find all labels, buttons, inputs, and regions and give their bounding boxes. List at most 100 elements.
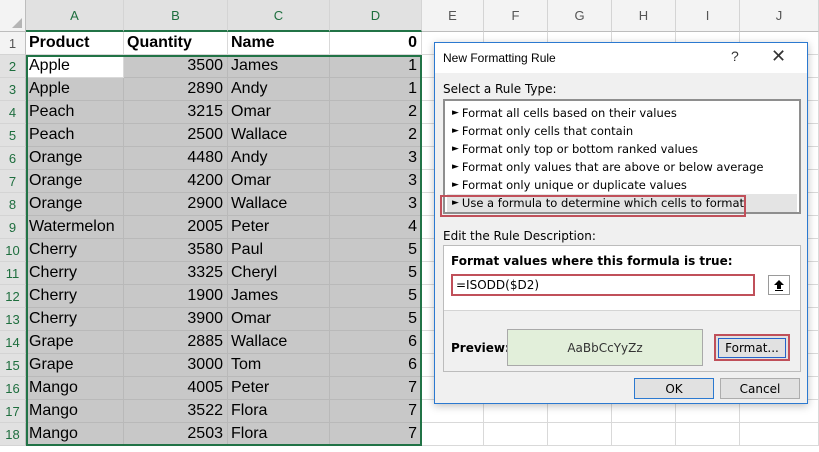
row-header-1[interactable]: 1 (0, 32, 26, 55)
cell-quantity[interactable]: 3325 (124, 262, 228, 285)
header-cell-name[interactable]: Name (228, 32, 330, 55)
cell-quantity[interactable]: 2500 (124, 124, 228, 147)
cell-quantity[interactable]: 4480 (124, 147, 228, 170)
column-header-g[interactable]: G (548, 0, 612, 32)
row-header-14[interactable]: 14 (0, 331, 26, 354)
empty-cell[interactable] (484, 423, 548, 446)
cell-product[interactable]: Cherry (26, 239, 124, 262)
cell-product[interactable]: Peach (26, 101, 124, 124)
active-cell[interactable]: Apple (26, 55, 124, 78)
row-header-7[interactable]: 7 (0, 170, 26, 193)
cell-odd-flag[interactable]: 5 (330, 262, 422, 285)
rule-type-item[interactable]: ► Use a formula to determine which cells … (447, 194, 797, 212)
cell-name[interactable]: James (228, 55, 330, 78)
cell-product[interactable]: Mango (26, 400, 124, 423)
format-button[interactable]: Format... (714, 334, 790, 361)
rule-type-item[interactable]: ► Format all cells based on their values (447, 104, 797, 122)
cell-quantity[interactable]: 2890 (124, 78, 228, 101)
cell-product[interactable]: Peach (26, 124, 124, 147)
cell-product[interactable]: Cherry (26, 262, 124, 285)
cell-odd-flag[interactable]: 6 (330, 354, 422, 377)
cell-name[interactable]: Wallace (228, 124, 330, 147)
cell-quantity[interactable]: 3522 (124, 400, 228, 423)
cell-quantity[interactable]: 2005 (124, 216, 228, 239)
cell-name[interactable]: Andy (228, 78, 330, 101)
row-header-4[interactable]: 4 (0, 101, 26, 124)
header-cell-product[interactable]: Product (26, 32, 124, 55)
collapse-dialog-button[interactable] (768, 275, 790, 295)
cell-name[interactable]: Peter (228, 216, 330, 239)
cell-odd-flag[interactable]: 3 (330, 170, 422, 193)
column-header-c[interactable]: C (228, 0, 330, 32)
cell-name[interactable]: Omar (228, 170, 330, 193)
cell-odd-flag[interactable]: 7 (330, 423, 422, 446)
row-header-13[interactable]: 13 (0, 308, 26, 331)
row-header-12[interactable]: 12 (0, 285, 26, 308)
cell-name[interactable]: Wallace (228, 193, 330, 216)
row-header-10[interactable]: 10 (0, 239, 26, 262)
cell-odd-flag[interactable]: 5 (330, 239, 422, 262)
cell-name[interactable]: Cheryl (228, 262, 330, 285)
cell-product[interactable]: Orange (26, 193, 124, 216)
row-header-15[interactable]: 15 (0, 354, 26, 377)
column-header-a[interactable]: A (26, 0, 124, 32)
cell-odd-flag[interactable]: 2 (330, 101, 422, 124)
cell-odd-flag[interactable]: 6 (330, 331, 422, 354)
column-header-i[interactable]: I (676, 0, 740, 32)
column-header-e[interactable]: E (422, 0, 484, 32)
cell-quantity[interactable]: 4005 (124, 377, 228, 400)
cell-quantity[interactable]: 3580 (124, 239, 228, 262)
cell-quantity[interactable]: 2885 (124, 331, 228, 354)
rule-type-item[interactable]: ► Format only values that are above or be… (447, 158, 797, 176)
cell-product[interactable]: Mango (26, 423, 124, 446)
row-header-16[interactable]: 16 (0, 377, 26, 400)
close-button[interactable]: ✕ (771, 46, 786, 67)
cell-product[interactable]: Orange (26, 170, 124, 193)
cell-odd-flag[interactable]: 4 (330, 216, 422, 239)
row-header-6[interactable]: 6 (0, 147, 26, 170)
cell-quantity[interactable]: 3500 (124, 55, 228, 78)
cell-odd-flag[interactable]: 5 (330, 285, 422, 308)
cell-odd-flag[interactable]: 7 (330, 400, 422, 423)
row-header-2[interactable]: 2 (0, 55, 26, 78)
cell-product[interactable]: Grape (26, 354, 124, 377)
cell-name[interactable]: Andy (228, 147, 330, 170)
empty-cell[interactable] (422, 423, 484, 446)
cell-odd-flag[interactable]: 1 (330, 78, 422, 101)
cell-product[interactable]: Apple (26, 78, 124, 101)
select-all-corner[interactable] (0, 0, 26, 32)
cell-quantity[interactable]: 2900 (124, 193, 228, 216)
cell-odd-flag[interactable]: 3 (330, 147, 422, 170)
empty-cell[interactable] (676, 423, 740, 446)
cell-odd-flag[interactable]: 1 (330, 55, 422, 78)
empty-cell[interactable] (740, 423, 819, 446)
ok-button[interactable]: OK (634, 378, 714, 399)
cell-product[interactable]: Watermelon (26, 216, 124, 239)
row-header-17[interactable]: 17 (0, 400, 26, 423)
cell-product[interactable]: Orange (26, 147, 124, 170)
column-header-b[interactable]: B (124, 0, 228, 32)
column-header-f[interactable]: F (484, 0, 548, 32)
header-cell-odd-flag[interactable]: 0 (330, 32, 422, 55)
header-cell-quantity[interactable]: Quantity (124, 32, 228, 55)
cell-name[interactable]: Flora (228, 400, 330, 423)
cell-odd-flag[interactable]: 5 (330, 308, 422, 331)
rule-type-item[interactable]: ► Format only top or bottom ranked values (447, 140, 797, 158)
rule-type-list[interactable]: ► Format all cells based on their values ►… (443, 99, 801, 214)
cell-quantity[interactable]: 3900 (124, 308, 228, 331)
row-header-18[interactable]: 18 (0, 423, 26, 446)
cell-name[interactable]: Omar (228, 308, 330, 331)
help-button[interactable]: ? (731, 48, 739, 64)
empty-cell[interactable] (548, 423, 612, 446)
cell-quantity[interactable]: 2503 (124, 423, 228, 446)
cell-name[interactable]: Tom (228, 354, 330, 377)
row-header-9[interactable]: 9 (0, 216, 26, 239)
cell-product[interactable]: Grape (26, 331, 124, 354)
formula-input[interactable]: =ISODD($D2) (451, 274, 755, 296)
column-header-j[interactable]: J (740, 0, 819, 32)
column-header-d[interactable]: D (330, 0, 422, 32)
cell-name[interactable]: Wallace (228, 331, 330, 354)
row-header-11[interactable]: 11 (0, 262, 26, 285)
cell-name[interactable]: Peter (228, 377, 330, 400)
rule-type-item[interactable]: ► Format only unique or duplicate values (447, 176, 797, 194)
